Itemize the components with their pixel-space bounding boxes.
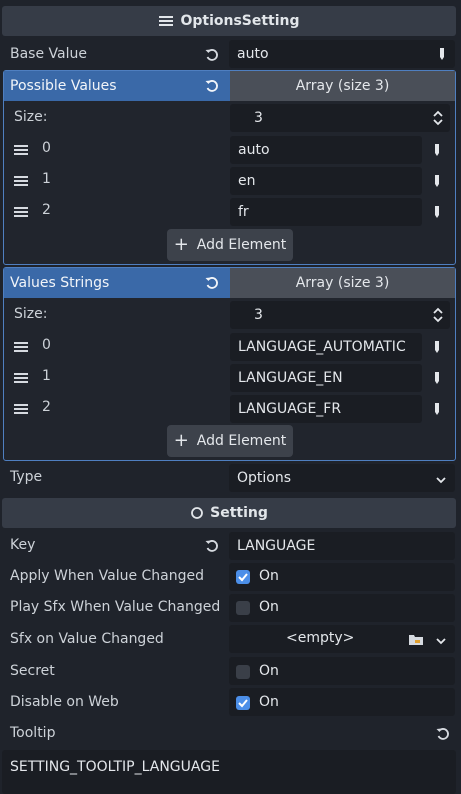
tooltip-label: Tooltip (10, 725, 56, 741)
base-value-label: Base Value (10, 46, 87, 62)
element-value-field[interactable]: LANGUAGE_EN (230, 364, 422, 392)
size-spinbox[interactable]: 3 (230, 301, 450, 329)
type-value: Options (237, 470, 292, 486)
element-index: 2 (42, 202, 51, 218)
element-value-field[interactable]: en (230, 167, 422, 195)
tooltip-text-area[interactable]: SETTING_TOOLTIP_LANGUAGE (2, 750, 456, 794)
element-value-text: LANGUAGE_AUTOMATIC (238, 339, 406, 355)
element-index: 2 (42, 399, 51, 415)
options-setting-header: OptionsSetting (2, 6, 456, 36)
revert-icon[interactable] (435, 726, 451, 746)
play-sfx-text: On (259, 599, 279, 615)
list-icon (158, 14, 174, 28)
add-element-label: Add Element (196, 237, 287, 253)
element-index: 0 (42, 140, 51, 156)
add-element-button[interactable]: + Add Element (167, 425, 293, 457)
revert-icon[interactable] (204, 47, 220, 63)
possible-values-title[interactable]: Possible Values (4, 71, 230, 101)
add-element-label: Add Element (196, 433, 287, 449)
values-strings-array: Values Strings Array (size 3) Size: 3 0 … (3, 267, 456, 461)
tooltip-value: SETTING_TOOLTIP_LANGUAGE (10, 759, 220, 775)
chevron-down-icon[interactable] (435, 634, 447, 650)
edit-icon[interactable] (432, 174, 442, 192)
setting-header: Setting (2, 498, 456, 528)
element-value-field[interactable]: auto (230, 136, 422, 164)
play-sfx-label: Play Sfx When Value Changed (10, 599, 221, 615)
base-value-text: auto (237, 46, 269, 62)
edit-icon[interactable] (432, 205, 442, 223)
secret-checkbox[interactable] (236, 665, 250, 679)
disable-web-label: Disable on Web (10, 694, 119, 710)
element-index: 1 (42, 171, 51, 187)
apply-when-changed-checkbox[interactable] (236, 570, 250, 584)
base-value-field[interactable]: auto (229, 40, 455, 68)
drag-handle-icon[interactable] (14, 403, 28, 419)
drag-handle-icon[interactable] (14, 372, 28, 388)
element-value-text: fr (238, 204, 249, 220)
edit-icon[interactable] (432, 340, 442, 358)
drag-handle-icon[interactable] (14, 144, 28, 160)
drag-handle-icon[interactable] (14, 206, 28, 222)
key-field[interactable]: LANGUAGE (229, 532, 455, 560)
size-value: 3 (254, 110, 263, 126)
type-dropdown[interactable]: Options (229, 464, 455, 492)
element-value-text: en (238, 173, 256, 189)
setting-title: Setting (210, 505, 268, 521)
values-strings-label: Values Strings (10, 275, 110, 291)
revert-icon[interactable] (204, 275, 220, 295)
sfx-value: <empty> (286, 630, 355, 646)
revert-icon[interactable] (204, 538, 220, 554)
sfx-resource-field[interactable]: <empty> (229, 625, 455, 653)
possible-values-array: Possible Values Array (size 3) Size: 3 0… (3, 70, 456, 265)
disable-web-checkbox[interactable] (236, 696, 250, 710)
revert-icon[interactable] (204, 78, 220, 98)
element-value-text: LANGUAGE_FR (238, 401, 342, 417)
circle-icon (190, 506, 204, 520)
element-index: 0 (42, 337, 51, 353)
apply-when-changed-text: On (259, 568, 279, 584)
plus-icon: + (173, 430, 189, 451)
key-label: Key (10, 537, 36, 553)
play-sfx-checkbox[interactable] (236, 601, 250, 615)
edit-icon[interactable] (432, 143, 442, 161)
apply-when-changed-label: Apply When Value Changed (10, 568, 205, 584)
element-value-field[interactable]: fr (230, 198, 422, 226)
element-value-text: auto (238, 142, 270, 158)
element-value-text: LANGUAGE_EN (238, 370, 343, 386)
element-value-field[interactable]: LANGUAGE_AUTOMATIC (230, 333, 422, 361)
plus-icon: + (173, 234, 189, 255)
size-label: Size: (14, 109, 48, 125)
drag-handle-icon[interactable] (14, 341, 28, 357)
sfx-label: Sfx on Value Changed (10, 631, 164, 647)
edit-icon[interactable] (437, 47, 447, 65)
add-element-button[interactable]: + Add Element (167, 229, 293, 261)
edit-icon[interactable] (432, 402, 442, 420)
type-label: Type (10, 469, 43, 485)
secret-text: On (259, 663, 279, 679)
element-value-field[interactable]: LANGUAGE_FR (230, 395, 422, 423)
size-value: 3 (254, 307, 263, 323)
chevron-down-icon (435, 473, 447, 489)
edit-icon[interactable] (432, 371, 442, 389)
folder-icon[interactable] (408, 632, 424, 650)
possible-values-label: Possible Values (10, 78, 117, 94)
spin-arrows-icon[interactable] (432, 110, 444, 130)
element-index: 1 (42, 368, 51, 384)
disable-web-text: On (259, 694, 279, 710)
drag-handle-icon[interactable] (14, 175, 28, 191)
size-label: Size: (14, 306, 48, 322)
values-strings-size-button[interactable]: Array (size 3) (230, 268, 455, 298)
spin-arrows-icon[interactable] (432, 307, 444, 327)
secret-label: Secret (10, 663, 55, 679)
possible-values-size-button[interactable]: Array (size 3) (230, 71, 455, 101)
key-value: LANGUAGE (237, 538, 316, 554)
size-spinbox[interactable]: 3 (230, 104, 450, 132)
options-setting-title: OptionsSetting (180, 13, 300, 29)
values-strings-title[interactable]: Values Strings (4, 268, 230, 298)
